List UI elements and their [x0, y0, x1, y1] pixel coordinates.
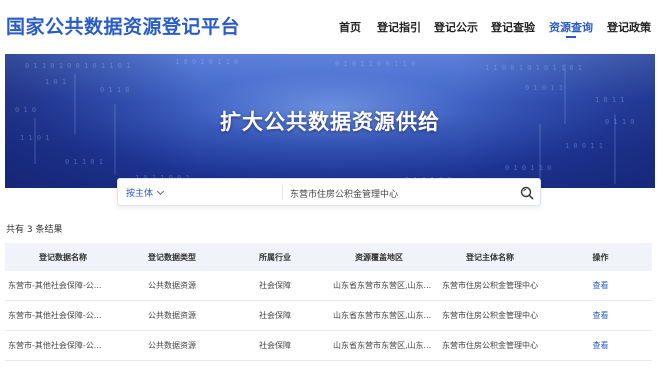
- table-row: 东营市-其他社会保障-公... 公共数据资源 社会保障 山东省东营市东营区,山东…: [5, 271, 652, 301]
- column-header-region: 资源覆盖地区: [355, 252, 403, 262]
- svg-text:1 0 0 1 1: 1 0 0 1 1: [565, 142, 603, 150]
- results-table: 登记数据名称 登记数据类型 所属行业 资源覆盖地区 登记主体名称 操作 东营市-…: [5, 243, 652, 361]
- cell-entity: 东营市住房公积金管理中心: [442, 341, 538, 350]
- view-link[interactable]: 查看: [593, 340, 609, 351]
- svg-text:0 1 1 0: 0 1 1 0: [100, 86, 130, 94]
- cell-type: 公共数据资源: [148, 341, 196, 350]
- cell-type: 公共数据资源: [148, 311, 196, 320]
- cell-industry: 社会保障: [259, 281, 291, 290]
- column-header-type: 登记数据类型: [148, 252, 196, 262]
- svg-text:0 1 0 1 1: 0 1 0 1 1: [525, 84, 563, 92]
- search-filter-select[interactable]: 按主体: [126, 186, 165, 199]
- svg-text:1 0 0 1 0 1 1 0: 1 0 0 1 0 1 1 0: [175, 58, 238, 66]
- cell-name: 东营市-其他社会保障-公...: [8, 281, 102, 290]
- table-header: 登记数据名称 登记数据类型 所属行业 资源覆盖地区 登记主体名称 操作: [5, 243, 652, 271]
- nav-item-verify[interactable]: 登记查验: [491, 19, 535, 35]
- column-header-name: 登记数据名称: [39, 252, 87, 262]
- main-nav: 首页 登记指引 登记公示 登记查验 资源查询 登记政策: [0, 19, 660, 39]
- svg-text:1 0 1: 1 0 1: [45, 78, 66, 86]
- column-header-industry: 所属行业: [259, 252, 291, 262]
- nav-item-guide[interactable]: 登记指引: [377, 19, 421, 35]
- svg-text:0 1 0 1 1 0: 0 1 0 1 1 0: [505, 164, 551, 172]
- cell-industry: 社会保障: [259, 311, 291, 320]
- top-header: 国家公共数据资源登记平台 首页 登记指引 登记公示 登记查验 资源查询 登记政策: [0, 0, 660, 54]
- nav-item-home[interactable]: 首页: [339, 19, 361, 35]
- svg-text:0 1 0 1 1 0 0 1 1 0: 0 1 0 1 1 0 0 1 1 0: [335, 60, 415, 68]
- search-filter-label: 按主体: [126, 189, 154, 199]
- svg-text:0 1 1 0 1: 0 1 1 0 1: [65, 158, 103, 166]
- svg-text:1 0 1 1: 1 0 1 1: [595, 96, 625, 104]
- svg-text:1 1 0 0 1 0 1 0 1 1 0 1: 1 1 0 0 1 0 1 0 1 1 0 1: [485, 64, 582, 72]
- cell-region: 山东省东营市东营区,山东...: [333, 281, 431, 290]
- active-nav-indicator: [566, 36, 576, 38]
- cell-entity: 东营市住房公积金管理中心: [442, 311, 538, 320]
- chevron-down-icon: [156, 187, 165, 196]
- search-box: 按主体: [117, 178, 620, 206]
- cell-region: 山东省东营市东营区,山东...: [333, 311, 431, 320]
- cell-type: 公共数据资源: [148, 281, 196, 290]
- nav-item-publicity[interactable]: 登记公示: [434, 19, 478, 35]
- search-divider: [282, 185, 283, 200]
- cell-name: 东营市-其他社会保障-公...: [8, 341, 102, 350]
- table-row: 东营市-其他社会保障-公... 公共数据资源 社会保障 山东省东营市东营区,山东…: [5, 331, 652, 361]
- column-header-entity: 登记主体名称: [466, 252, 514, 262]
- cell-name: 东营市-其他社会保障-公...: [8, 311, 102, 320]
- search-input[interactable]: [290, 185, 620, 201]
- cell-industry: 社会保障: [259, 341, 291, 350]
- column-header-action: 操作: [592, 252, 609, 262]
- nav-item-resource-query[interactable]: 资源查询: [549, 19, 593, 35]
- banner-title: 扩大公共数据资源供给: [220, 110, 440, 134]
- hero-banner: 0 1 1 0 1 0 0 1 0 1 1 0 1 1 0 0 1 0 1 1 …: [5, 54, 655, 188]
- view-link[interactable]: 查看: [593, 280, 609, 291]
- search-icon[interactable]: [520, 186, 534, 200]
- cell-region: 山东省东营市东营区,山东...: [333, 341, 431, 350]
- view-link[interactable]: 查看: [593, 310, 609, 321]
- svg-text:0 1 1 0 1 0 0 1 0 1 1 0 1: 0 1 1 0 1 0 0 1 0 1 1 0 1: [25, 62, 130, 70]
- table-row: 东营市-其他社会保障-公... 公共数据资源 社会保障 山东省东营市东营区,山东…: [5, 301, 652, 331]
- cell-entity: 东营市住房公积金管理中心: [442, 281, 538, 290]
- result-count: 共有 3 条结果: [6, 225, 63, 235]
- nav-item-policy[interactable]: 登记政策: [607, 19, 651, 35]
